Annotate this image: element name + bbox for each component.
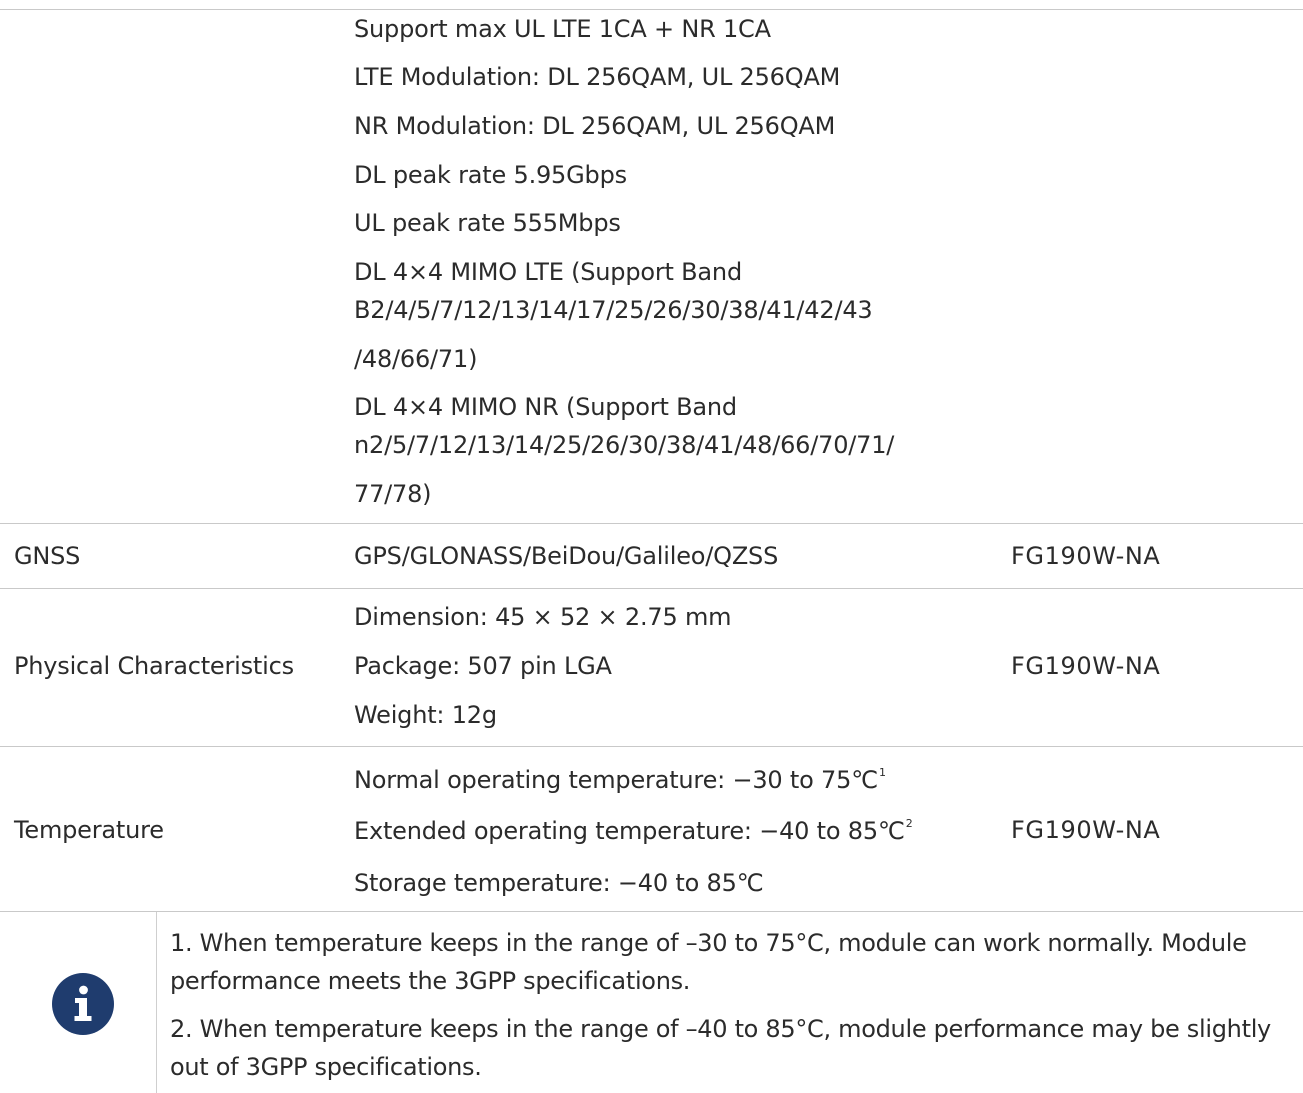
table-top-border (0, 9, 1303, 10)
physical-model: FG190W-NA (1011, 652, 1161, 680)
row-divider (0, 588, 1303, 589)
feature-line: DL 4×4 MIMO LTE (Support Band (354, 258, 742, 286)
note-1-line-1: 1. When temperature keeps in the range o… (170, 929, 1247, 957)
row-divider (0, 746, 1303, 747)
footnote-ref-2: 2 (905, 817, 913, 830)
temperature-normal: Normal operating temperature: −30 to 75℃… (354, 765, 886, 795)
feature-line: NR Modulation: DL 256QAM, UL 256QAM (354, 112, 836, 140)
feature-line: UL peak rate 555Mbps (354, 209, 621, 237)
temperature-extended: Extended operating temperature: −40 to 8… (354, 816, 913, 846)
note-divider (156, 912, 157, 1093)
temperature-storage: Storage temperature: −40 to 85℃ (354, 869, 764, 897)
temperature-extended-text: Extended operating temperature: −40 to 8… (354, 817, 905, 845)
feature-line: n2/5/7/12/13/14/25/26/30/38/41/48/66/70/… (354, 431, 895, 459)
gnss-label: GNSS (14, 542, 81, 570)
note-1-line-2: performance meets the 3GPP specification… (170, 967, 691, 995)
physical-package: Package: 507 pin LGA (354, 652, 612, 680)
feature-line: DL 4×4 MIMO NR (Support Band (354, 393, 737, 421)
physical-weight: Weight: 12g (354, 701, 497, 729)
info-icon (52, 973, 114, 1035)
note-2-line-1: 2. When temperature keeps in the range o… (170, 1015, 1271, 1043)
row-divider (0, 523, 1303, 524)
footnote-ref-1: 1 (878, 766, 886, 779)
feature-line: B2/4/5/7/12/13/14/17/25/26/30/38/41/42/4… (354, 296, 873, 324)
feature-line: LTE Modulation: DL 256QAM, UL 256QAM (354, 63, 841, 91)
gnss-model: FG190W-NA (1011, 542, 1161, 570)
feature-line: DL peak rate 5.95Gbps (354, 161, 627, 189)
physical-label: Physical Characteristics (14, 652, 294, 680)
gnss-value: GPS/GLONASS/BeiDou/Galileo/QZSS (354, 542, 779, 570)
temperature-label: Temperature (14, 816, 164, 844)
temperature-model: FG190W-NA (1011, 816, 1161, 844)
temperature-normal-text: Normal operating temperature: −30 to 75℃ (354, 766, 878, 794)
feature-line: 77/78) (354, 480, 432, 508)
note-2-line-2: out of 3GPP specifications. (170, 1053, 482, 1081)
physical-dimension: Dimension: 45 × 52 × 2.75 mm (354, 603, 732, 631)
feature-line: /48/66/71) (354, 345, 478, 373)
table-bottom-border (0, 911, 1303, 912)
feature-line: Support max UL LTE 1CA + NR 1CA (354, 15, 771, 43)
